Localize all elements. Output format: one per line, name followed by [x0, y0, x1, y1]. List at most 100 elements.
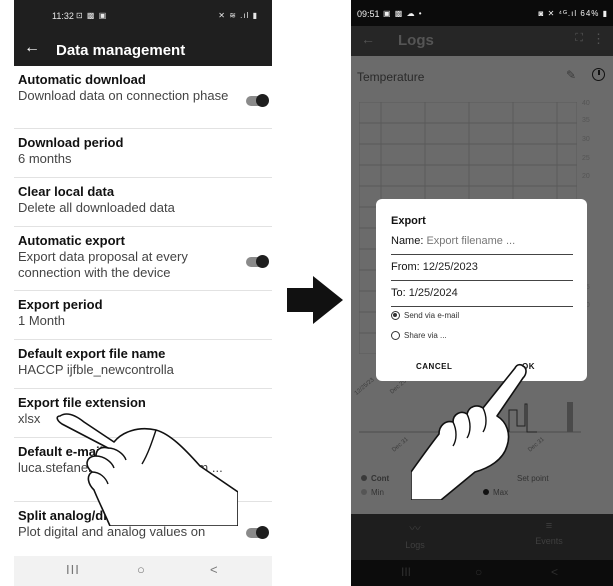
back-button[interactable]: <: [551, 565, 558, 579]
recent-apps-button[interactable]: III: [401, 565, 411, 579]
toggle-knob: [256, 526, 269, 539]
automatic-export-toggle[interactable]: [246, 255, 269, 268]
setting-subtitle: Plot digital and analog values on: [18, 524, 206, 539]
legend-dot: [361, 489, 367, 495]
setting-subtitle: 6 months: [18, 151, 72, 166]
setting-automatic-export[interactable]: Automatic export Export data proposal at…: [14, 227, 272, 291]
setting-subtitle: Download data on connection phase: [18, 88, 229, 103]
app-bar: ← Logs ⛶ ⋮: [351, 26, 613, 56]
setting-title: Export file extension: [18, 395, 146, 410]
toggle-knob: [256, 94, 269, 107]
recent-apps-button[interactable]: III: [66, 562, 80, 577]
right-phone-screen: 09:51 ▣ ▩ ☁ • ◙ ✕ ⁴ᴳ.ıl 64% ▮ ← Logs ⛶ ⋮…: [351, 0, 613, 586]
cancel-button[interactable]: CANCEL: [416, 362, 452, 371]
left-phone-screen: 11:32 ⊡ ▩ ▣ ✕ ≋ .ıl ▮ ← Data management …: [14, 0, 272, 586]
back-arrow-icon[interactable]: ←: [361, 31, 375, 47]
x-tick: Dec 25: [389, 378, 408, 396]
chart-title: Temperature: [357, 70, 425, 84]
dialog-title: Export: [391, 215, 426, 227]
y-tick: 30: [582, 136, 590, 143]
setting-title: Split analog/digital: [18, 508, 134, 523]
setting-split-analog-digital[interactable]: Split analog/digital Plot digital and an…: [14, 502, 272, 548]
field-placeholder: Export filename ...: [426, 235, 516, 247]
field-label: Name:: [391, 235, 424, 247]
setting-title: Export period: [18, 297, 103, 312]
setting-subtitle: HACCP ijfble_newcontrolla: [18, 362, 174, 377]
send-via-email-radio[interactable]: Send via e-mail: [391, 311, 459, 320]
legend-contact: Cont: [361, 474, 389, 483]
legend-dot: [361, 475, 367, 481]
tab-label: Logs: [405, 540, 425, 550]
edit-icon[interactable]: ✎: [566, 68, 576, 82]
setting-export-period[interactable]: Export period 1 Month: [14, 291, 272, 340]
field-value: 1/25/2024: [408, 287, 458, 299]
setting-clear-local-data[interactable]: Clear local data Delete all downloaded d…: [14, 178, 272, 227]
setting-export-file-extension[interactable]: Export file extension xlsx: [14, 389, 272, 438]
setting-default-export-file-name[interactable]: Default export file name HACCP ijfble_ne…: [14, 340, 272, 389]
share-via-radio[interactable]: Share via ...: [391, 331, 447, 340]
setting-title: Download period: [18, 135, 124, 150]
filename-field[interactable]: Name: Export filename ...: [391, 235, 573, 255]
setting-subtitle: luca.stefanelli@professional.com ...: [18, 460, 223, 475]
back-arrow-icon[interactable]: ←: [24, 39, 40, 57]
home-button[interactable]: ○: [137, 562, 145, 577]
setting-default-email[interactable]: Default e-mail luca.stefanelli@professio…: [14, 438, 272, 502]
system-nav-bar: III ○ <: [351, 560, 613, 586]
fullscreen-icon[interactable]: ⛶: [575, 32, 583, 45]
clock-icon[interactable]: [592, 68, 605, 81]
lower-x-tick: Dec 31: [527, 436, 546, 454]
home-button[interactable]: ○: [475, 565, 482, 579]
tab-events[interactable]: ≡ Events: [509, 520, 589, 546]
field-value: 12/25/2023: [422, 261, 478, 273]
x-tick: 12/25/23: [353, 377, 376, 397]
y-tick: 25: [582, 155, 590, 162]
legend-max: Max: [483, 488, 508, 497]
status-system-icons: ◙ ✕ ⁴ᴳ.ıl 64% ▮: [538, 9, 608, 18]
more-options-icon[interactable]: ⋮: [592, 31, 605, 47]
status-bar: 11:32 ⊡ ▩ ▣ ✕ ≋ .ıl ▮: [14, 0, 272, 36]
status-notification-icons: ⊡ ▩ ▣: [76, 11, 108, 20]
lower-x-tick: Dec 31: [391, 436, 410, 454]
setting-title: Clear local data: [18, 184, 115, 199]
setting-subtitle: 1 Month: [18, 313, 65, 328]
right-arrow-icon: [287, 276, 343, 324]
status-system-icons: ✕ ≋ .ıl ▮: [218, 11, 258, 20]
system-nav-bar: III ○ <: [14, 556, 272, 586]
settings-list: Automatic download Download data on conn…: [14, 66, 272, 548]
legend-setpoint: Set point: [517, 474, 549, 483]
legend-min: Min: [361, 488, 384, 497]
setting-subtitle: xlsx: [18, 411, 41, 426]
status-notification-icons: ▣ ▩ ☁ •: [383, 9, 423, 18]
automatic-download-toggle[interactable]: [246, 94, 269, 107]
setting-subtitle: Export data proposal at every connection…: [18, 249, 188, 280]
setting-subtitle: Delete all downloaded data: [18, 200, 175, 215]
radio-circle: [391, 331, 400, 340]
field-label: To:: [391, 287, 406, 299]
to-date-field[interactable]: To: 1/25/2024: [391, 287, 573, 307]
status-bar: 09:51 ▣ ▩ ☁ • ◙ ✕ ⁴ᴳ.ıl 64% ▮: [351, 0, 613, 26]
setting-automatic-download[interactable]: Automatic download Download data on conn…: [14, 66, 272, 129]
setting-title: Automatic download: [18, 72, 146, 87]
app-bar: ← Data management: [14, 36, 272, 66]
toggle-knob: [256, 255, 269, 268]
setting-title: Automatic export: [18, 233, 125, 248]
status-time: 09:51: [357, 9, 380, 19]
export-dialog: Export Name: Export filename ... From: 1…: [376, 199, 587, 381]
y-tick: 20: [582, 173, 590, 180]
radio-label: Send via e-mail: [404, 311, 460, 320]
y-tick: 35: [582, 117, 590, 124]
y-tick: 40: [582, 100, 590, 107]
setting-download-period[interactable]: Download period 6 months: [14, 129, 272, 178]
setting-title: Default e-mail: [18, 444, 104, 459]
radio-label: Share via ...: [404, 331, 447, 340]
page-title: Data management: [56, 42, 186, 59]
from-date-field[interactable]: From: 12/25/2023: [391, 261, 573, 281]
page-title: Logs: [398, 32, 434, 49]
field-label: From:: [391, 261, 420, 273]
ok-button[interactable]: OK: [522, 362, 535, 371]
split-analog-digital-toggle[interactable]: [246, 526, 269, 539]
bottom-tabs: 〰 Logs ≡ Events: [351, 514, 613, 560]
tab-logs[interactable]: 〰 Logs: [375, 520, 455, 550]
digital-signal-chart: [359, 402, 581, 433]
back-button[interactable]: <: [210, 562, 218, 577]
